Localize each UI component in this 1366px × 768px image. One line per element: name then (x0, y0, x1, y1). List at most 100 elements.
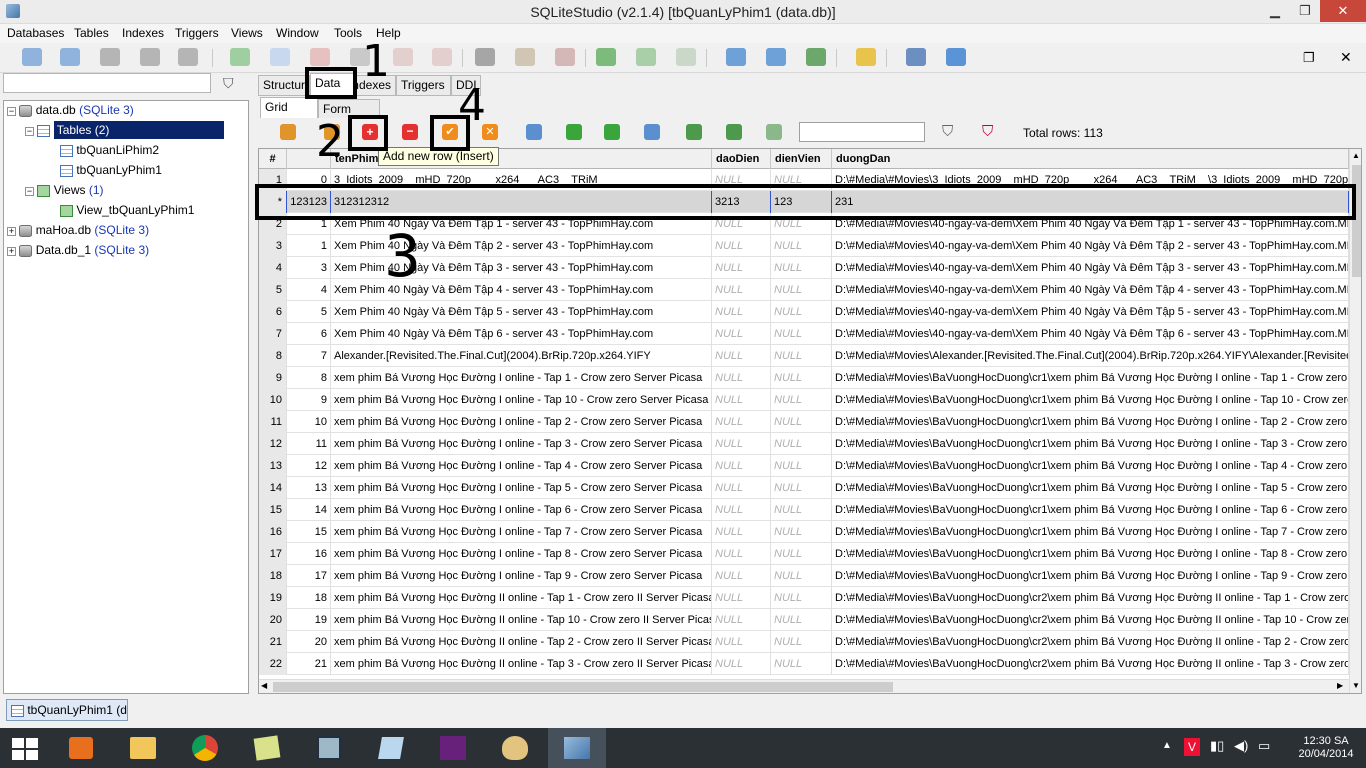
media-player-icon[interactable] (52, 728, 110, 768)
cell-daodien[interactable]: NULL (712, 587, 771, 609)
cell-tenphim[interactable]: Xem Phim 40 Ngày Và Đêm Tập 6 - server 4… (331, 323, 712, 345)
row-number[interactable]: 4 (259, 257, 287, 279)
menu-triggers[interactable]: Triggers (175, 26, 219, 40)
cell-dienvien[interactable]: NULL (771, 257, 832, 279)
app-icon-terminal[interactable] (300, 728, 358, 768)
restore-child-icon[interactable]: ❐ (1303, 50, 1315, 66)
next-page-icon[interactable] (604, 124, 620, 140)
grid-icon[interactable] (686, 124, 702, 140)
cell-id[interactable]: 1 (287, 235, 331, 257)
cell-daodien[interactable]: NULL (712, 279, 771, 301)
data-filter-input[interactable] (799, 122, 925, 142)
drop-table-icon[interactable] (310, 48, 330, 66)
cell-tenphim[interactable]: xem phim Bá Vương Học Đường I online - T… (331, 565, 712, 587)
cell-duongdan[interactable]: D:\#Media\#Movies\40-ngay-va-dem\Xem Phi… (832, 279, 1349, 301)
row-number[interactable]: 8 (259, 345, 287, 367)
cell-duongdan[interactable]: D:\#Media\#Movies\Alexander.[Revisited.T… (832, 345, 1349, 367)
refresh-icon[interactable] (280, 124, 296, 140)
minimize-button[interactable]: ▁ (1260, 0, 1290, 22)
connect-db-icon[interactable] (22, 48, 42, 66)
cell-dienvien[interactable]: NULL (771, 631, 832, 653)
cell-daodien[interactable]: NULL (712, 521, 771, 543)
tab-grid-view[interactable]: Grid view (260, 97, 318, 133)
row-number[interactable]: 22 (259, 653, 287, 675)
table-row[interactable]: 4 3 Xem Phim 40 Ngày Và Đêm Tập 3 - server… (259, 257, 1349, 279)
cell-tenphim[interactable]: xem phim Bá Vương Học Đường I online - T… (331, 499, 712, 521)
header-duongdan[interactable]: duongDan (832, 149, 1349, 169)
cell-dienvien[interactable]: NULL (771, 499, 832, 521)
close-button[interactable]: ✕ (1320, 0, 1366, 22)
cell-daodien[interactable]: NULL (712, 455, 771, 477)
cell-duongdan[interactable]: D:\#Media\#Movies\BaVuongHocDuong\cr2\xe… (832, 609, 1349, 631)
cell-id[interactable]: 5 (287, 301, 331, 323)
cell-tenphim[interactable]: xem phim Bá Vương Học Đường II online - … (331, 609, 712, 631)
header-daodien[interactable]: daoDien (712, 149, 771, 169)
edit-table-icon[interactable] (270, 48, 290, 66)
tree-node-views[interactable]: − Views (1) (25, 181, 104, 199)
cell-id[interactable]: 9 (287, 389, 331, 411)
cell-duongdan[interactable]: D:\#Media\#Movies\BaVuongHocDuong\cr1\xe… (832, 521, 1349, 543)
tree-node-mahoa-db[interactable]: + maHoa.db (SQLite 3) (7, 221, 149, 239)
cell-duongdan[interactable]: D:\#Media\#Movies\BaVuongHocDuong\cr1\xe… (832, 543, 1349, 565)
row-number[interactable]: 21 (259, 631, 287, 653)
edit-trigger-icon[interactable] (515, 48, 535, 66)
new-table-icon[interactable] (230, 48, 250, 66)
sqlitestudio-taskbar-icon[interactable] (548, 728, 606, 768)
header-dienvien[interactable]: dienVien (771, 149, 832, 169)
cell-dienvien[interactable]: NULL (771, 323, 832, 345)
row-number[interactable]: 7 (259, 323, 287, 345)
row-number[interactable]: 9 (259, 367, 287, 389)
cell-id[interactable]: 13 (287, 477, 331, 499)
scroll-left-icon[interactable]: ◀ (261, 681, 267, 690)
cell-duongdan[interactable]: D:\#Media\#Movies\40-ngay-va-dem\Xem Phi… (832, 235, 1349, 257)
cell-tenphim[interactable]: xem phim Bá Vương Học Đường II online - … (331, 587, 712, 609)
cell-duongdan[interactable]: D:\#Media\#Movies\BaVuongHocDuong\cr1\xe… (832, 433, 1349, 455)
row-number[interactable]: 17 (259, 543, 287, 565)
scroll-down-icon[interactable]: ▼ (1352, 681, 1360, 690)
hscroll-thumb[interactable] (273, 682, 893, 692)
cell-id[interactable]: 10 (287, 411, 331, 433)
tree-node-table[interactable]: tbQuanLyPhim1 (60, 161, 162, 179)
cell-duongdan[interactable]: D:\#Media\#Movies\BaVuongHocDuong\cr1\xe… (832, 411, 1349, 433)
cell-dienvien[interactable]: NULL (771, 235, 832, 257)
restore-button[interactable]: ❐ (1290, 0, 1320, 22)
cell-id[interactable]: 19 (287, 609, 331, 631)
add-db-icon[interactable] (100, 48, 120, 66)
row-number[interactable]: 10 (259, 389, 287, 411)
cell-tenphim[interactable]: xem phim Bá Vương Học Đường II online - … (331, 631, 712, 653)
clock[interactable]: 12:30 SA 20/04/2014 (1286, 735, 1366, 761)
edit-index-icon[interactable] (393, 48, 413, 66)
cell-duongdan[interactable]: D:\#Media\#Movies\BaVuongHocDuong\cr1\xe… (832, 565, 1349, 587)
cell-dienvien[interactable]: NULL (771, 587, 832, 609)
collapse-icon[interactable]: − (25, 127, 34, 136)
tree-node-view[interactable]: View_tbQuanLyPhim1 (60, 201, 194, 219)
remove-db-icon[interactable] (178, 48, 198, 66)
edit-view-icon[interactable] (636, 48, 656, 66)
cell-tenphim[interactable]: xem phim Bá Vương Học Đường I online - T… (331, 543, 712, 565)
table-row[interactable]: 8 7 Alexander.[Revisited.The.Final.Cut](20… (259, 345, 1349, 367)
table-row[interactable]: 10 9 xem phim Bá Vương Học Đường I online … (259, 389, 1349, 411)
table-row[interactable]: 17 16 xem phim Bá Vương Học Đường I online… (259, 543, 1349, 565)
scroll-right-icon[interactable]: ▶ (1337, 681, 1343, 690)
cell-dienvien[interactable]: NULL (771, 301, 832, 323)
menu-window[interactable]: Window (276, 26, 319, 40)
chrome-icon[interactable] (176, 728, 234, 768)
cell-dienvien[interactable]: NULL (771, 543, 832, 565)
menu-indexes[interactable]: Indexes (122, 26, 164, 40)
pencil-icon[interactable] (856, 48, 876, 66)
collapse-icon[interactable]: − (25, 187, 34, 196)
cell-duongdan[interactable]: D:\#Media\#Movies\BaVuongHocDuong\cr1\xe… (832, 389, 1349, 411)
cell-duongdan[interactable]: D:\#Media\#Movies\BaVuongHocDuong\cr2\xe… (832, 653, 1349, 675)
cell-duongdan[interactable]: D:\#Media\#Movies\BaVuongHocDuong\cr2\xe… (832, 587, 1349, 609)
scroll-thumb[interactable] (1352, 165, 1361, 277)
cell-daodien[interactable]: NULL (712, 543, 771, 565)
new-trigger-icon[interactable] (475, 48, 495, 66)
row-number[interactable]: 14 (259, 477, 287, 499)
menu-tools[interactable]: Tools (334, 26, 362, 40)
cell-duongdan[interactable]: D:\#Media\#Movies\BaVuongHocDuong\cr2\xe… (832, 631, 1349, 653)
cell-duongdan[interactable]: D:\#Media\#Movies\BaVuongHocDuong\cr1\xe… (832, 455, 1349, 477)
row-number[interactable]: 15 (259, 499, 287, 521)
cell-tenphim[interactable]: xem phim Bá Vương Học Đường I online - T… (331, 521, 712, 543)
cell-daodien[interactable]: NULL (712, 609, 771, 631)
filter-icon[interactable]: ⛉ (942, 123, 953, 140)
